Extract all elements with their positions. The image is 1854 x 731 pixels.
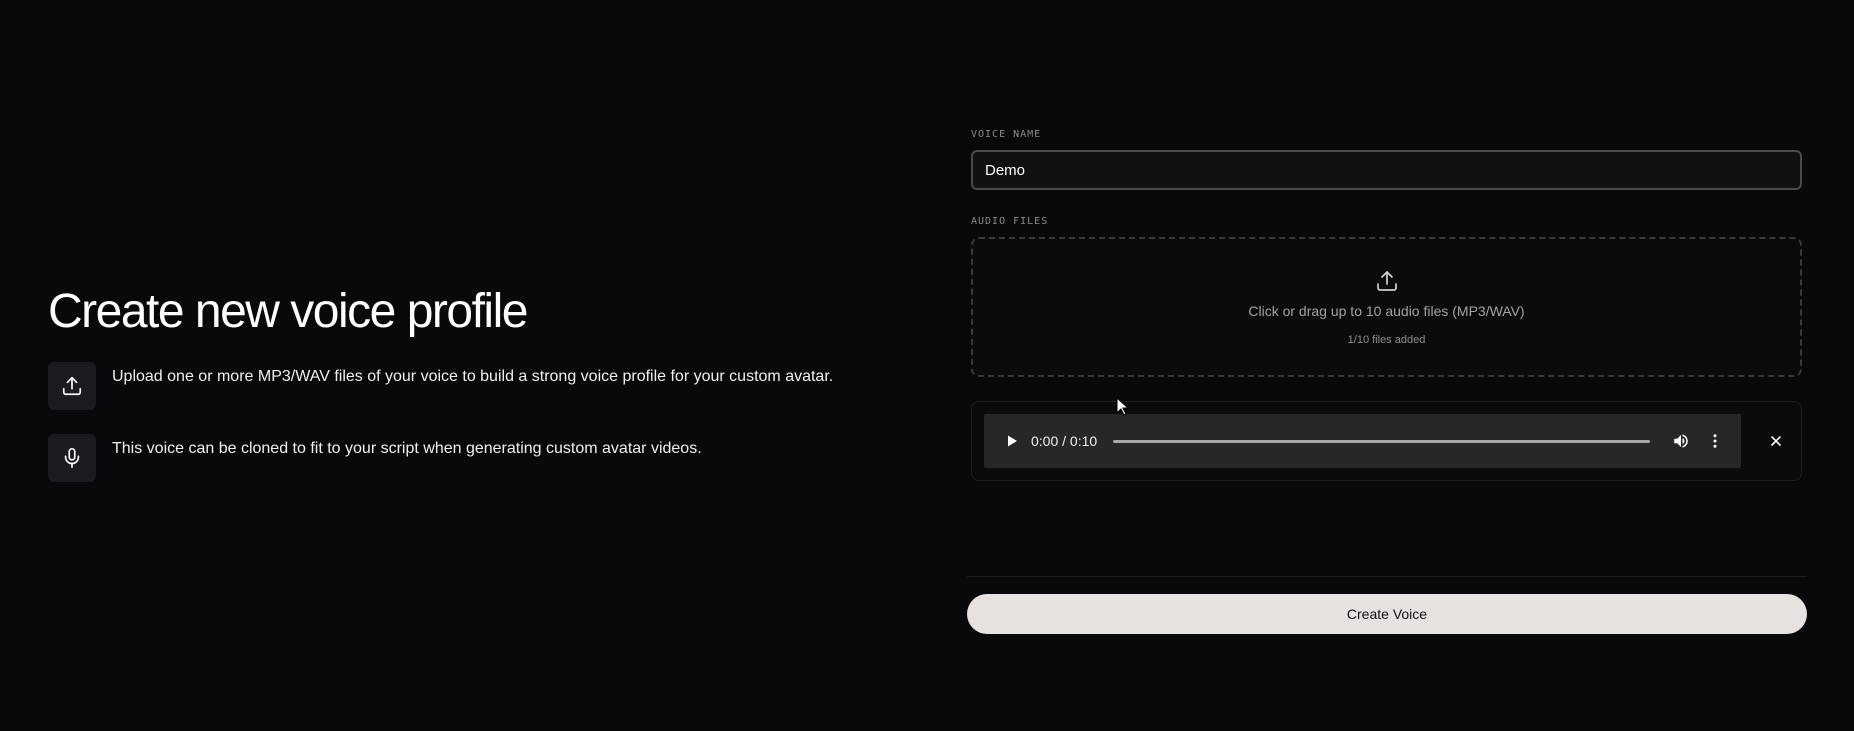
page-title: Create new voice profile [48,285,528,338]
audio-time: 0:00 / 0:10 [1031,433,1098,449]
dropzone-instructions: Click or drag up to 10 audio files (MP3/… [1248,303,1525,319]
microphone-icon [64,448,80,468]
audio-progress-bar[interactable] [1113,440,1650,443]
page: Create new voice profile Upload one or m… [0,0,1854,731]
voice-name-input[interactable] [971,150,1802,190]
files-added-count: 1/10 files added [1347,334,1426,346]
upload-icon [62,376,82,396]
feature-icon-box [48,362,96,410]
voice-form: VOICE NAME AUDIO FILES Click or drag up … [967,0,1807,731]
feature-upload: Upload one or more MP3/WAV files of your… [48,362,833,410]
feature-icon-box [48,434,96,482]
upload-icon [1376,271,1397,291]
divider [967,576,1807,577]
create-voice-button[interactable]: Create Voice [967,594,1807,634]
feature-text: This voice can be cloned to fit to your … [112,440,702,457]
feature-clone: This voice can be cloned to fit to your … [48,434,702,482]
play-icon[interactable] [1004,433,1020,449]
audio-player: 0:00 / 0:10 [984,414,1741,468]
audio-dropzone[interactable]: Click or drag up to 10 audio files (MP3/… [971,237,1802,377]
volume-icon[interactable] [1672,432,1690,450]
feature-text: Upload one or more MP3/WAV files of your… [112,368,834,385]
more-vertical-icon[interactable] [1706,432,1724,450]
audio-files-label: AUDIO FILES [971,216,1049,227]
audio-file-item: 0:00 / 0:10 [971,401,1802,481]
close-icon[interactable] [1769,434,1783,448]
intro-section: Create new voice profile Upload one or m… [48,280,908,482]
voice-name-label: VOICE NAME [971,129,1042,140]
